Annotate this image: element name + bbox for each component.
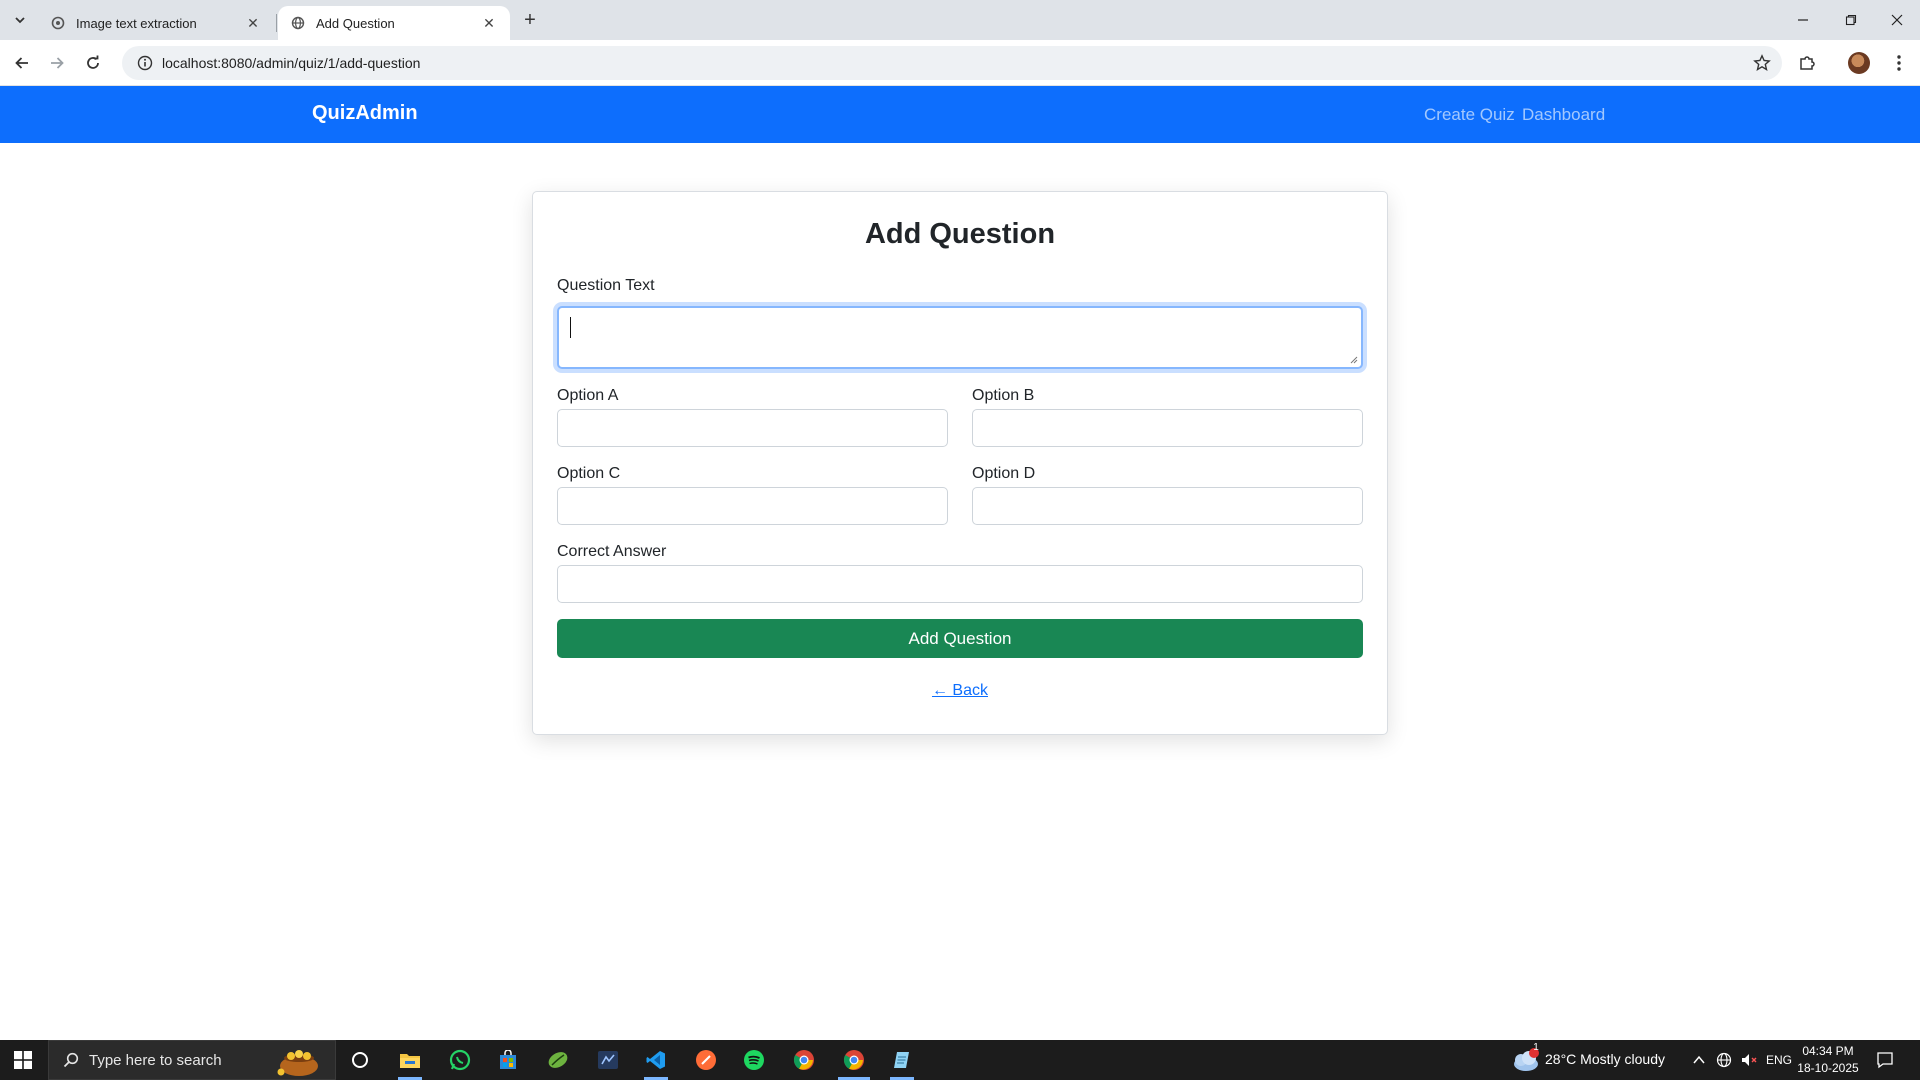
- tab-title: Image text extraction: [76, 15, 197, 31]
- tab-search-button[interactable]: [6, 8, 34, 32]
- taskbar-chrome[interactable]: [780, 1040, 828, 1080]
- arrow-right-icon: [51, 57, 64, 69]
- start-button[interactable]: [0, 1040, 46, 1080]
- pot-of-gold-icon: [277, 1050, 318, 1076]
- spotify-icon: [744, 1050, 764, 1070]
- tab-add-question[interactable]: Add Question ✕: [278, 6, 510, 40]
- app-window-icon: [598, 1051, 618, 1069]
- globe-icon: [290, 15, 306, 31]
- taskbar-chrome-active[interactable]: [830, 1040, 878, 1080]
- cortana-icon: [352, 1052, 368, 1068]
- vscode-icon: [646, 1051, 665, 1069]
- taskbar-whatsapp[interactable]: [436, 1040, 484, 1080]
- reload-icon: [87, 55, 99, 69]
- clock-time: 04:34 PM: [1802, 1044, 1854, 1058]
- nav-link-dashboard[interactable]: Dashboard: [1522, 105, 1605, 125]
- option-c-label: Option C: [557, 465, 621, 482]
- browser-menu-button[interactable]: [1884, 48, 1914, 78]
- whatsapp-icon: [449, 1049, 471, 1071]
- weather-text[interactable]: 28°C Mostly cloudy: [1545, 1051, 1665, 1067]
- restore-button[interactable]: [1828, 0, 1874, 40]
- tab-image-text-extraction[interactable]: Image text extraction ✕: [38, 6, 274, 40]
- avatar: [1848, 52, 1870, 74]
- option-d-label: Option D: [972, 465, 1036, 482]
- speaker-muted-icon[interactable]: [1740, 1052, 1758, 1068]
- tab-title: Add Question: [316, 15, 395, 31]
- site-info-icon[interactable]: [128, 55, 162, 71]
- resize-handle-icon[interactable]: [1350, 356, 1358, 364]
- option-b-label: Option B: [972, 387, 1035, 404]
- weather-badge: 1: [1533, 1042, 1539, 1053]
- windows-logo-icon: [14, 1051, 32, 1069]
- question-text-input[interactable]: [557, 306, 1363, 369]
- taskbar-search-box[interactable]: Type here to search: [48, 1040, 336, 1080]
- forward-button[interactable]: [42, 48, 72, 78]
- taskbar-notepad[interactable]: [878, 1040, 926, 1080]
- url-text: localhost:8080/admin/quiz/1/add-question: [162, 55, 421, 71]
- store-bag-icon: [500, 1050, 516, 1069]
- close-icon[interactable]: ✕: [480, 14, 498, 32]
- chevron-down-icon: [15, 17, 25, 24]
- folder-icon: [400, 1054, 420, 1068]
- question-text-label: Question Text: [557, 277, 655, 294]
- taskbar-postman[interactable]: [682, 1040, 730, 1080]
- chevron-up-icon[interactable]: [1692, 1054, 1706, 1066]
- close-window-button[interactable]: [1874, 0, 1920, 40]
- tab-divider: [276, 14, 277, 32]
- back-link[interactable]: ← Back: [533, 682, 1387, 700]
- chrome-icon: [843, 1050, 864, 1070]
- reload-button[interactable]: [78, 48, 108, 78]
- clock-date: 18-10-2025: [1797, 1061, 1859, 1075]
- windows-taskbar: Type here to search 1 28°C Mostly cloudy: [0, 1040, 1920, 1080]
- address-bar[interactable]: localhost:8080/admin/quiz/1/add-question: [122, 46, 1782, 80]
- minimize-button[interactable]: [1780, 0, 1826, 40]
- correct-answer-label: Correct Answer: [557, 543, 667, 560]
- spring-leaf-icon: [548, 1052, 568, 1068]
- taskbar-ms-store[interactable]: [484, 1040, 532, 1080]
- correct-answer-input[interactable]: [557, 565, 1363, 603]
- chrome-icon: [793, 1050, 814, 1070]
- puzzle-icon: [1800, 56, 1815, 70]
- taskbar-spotify[interactable]: [730, 1040, 778, 1080]
- option-b-input[interactable]: [972, 409, 1363, 447]
- network-globe-icon[interactable]: [1716, 1052, 1732, 1068]
- postman-icon: [696, 1050, 716, 1070]
- close-icon[interactable]: ✕: [244, 14, 262, 32]
- taskbar-app-dark[interactable]: [584, 1040, 632, 1080]
- search-placeholder: Type here to search: [89, 1051, 222, 1069]
- taskbar-spring-tool[interactable]: [534, 1040, 582, 1080]
- arrow-left-icon: [15, 57, 28, 69]
- language-indicator[interactable]: ENG: [1766, 1053, 1792, 1067]
- browser-tab-strip: Image text extraction ✕ Add Question ✕ +: [0, 0, 1920, 40]
- add-question-button[interactable]: Add Question: [557, 619, 1363, 658]
- bookmark-star-icon[interactable]: [1752, 53, 1772, 73]
- option-c-input[interactable]: [557, 487, 948, 525]
- brand-logo[interactable]: QuizAdmin: [312, 102, 418, 125]
- back-button[interactable]: [7, 48, 37, 78]
- option-d-input[interactable]: [972, 487, 1363, 525]
- add-question-card: Add Question Question Text Option A Opti…: [532, 191, 1388, 735]
- new-tab-button[interactable]: +: [516, 8, 544, 32]
- profile-button[interactable]: [1844, 48, 1874, 78]
- option-a-input[interactable]: [557, 409, 948, 447]
- more-vertical-icon: [1897, 55, 1901, 71]
- extensions-button[interactable]: [1792, 48, 1822, 78]
- text-caret: [570, 317, 571, 338]
- nav-link-create-quiz[interactable]: Create Quiz: [1424, 105, 1515, 125]
- taskbar-file-explorer[interactable]: [386, 1040, 434, 1080]
- minimize-icon: [1798, 19, 1808, 21]
- browser-toolbar: localhost:8080/admin/quiz/1/add-question: [0, 40, 1920, 86]
- page-title: Add Question: [864, 218, 1056, 250]
- taskbar-vscode[interactable]: [632, 1040, 680, 1080]
- taskbar-cortana[interactable]: [336, 1040, 384, 1080]
- close-icon: [1891, 14, 1903, 26]
- search-icon: [63, 1052, 79, 1068]
- openai-icon: [50, 15, 66, 31]
- restore-icon: [1845, 14, 1857, 26]
- notepad-icon: [894, 1052, 909, 1068]
- notification-icon[interactable]: [1876, 1051, 1894, 1069]
- option-a-label: Option A: [557, 387, 619, 404]
- app-navbar: QuizAdmin Create Quiz Dashboard: [0, 86, 1920, 143]
- taskbar-clock[interactable]: 04:34 PM 18-10-2025: [1796, 1043, 1860, 1077]
